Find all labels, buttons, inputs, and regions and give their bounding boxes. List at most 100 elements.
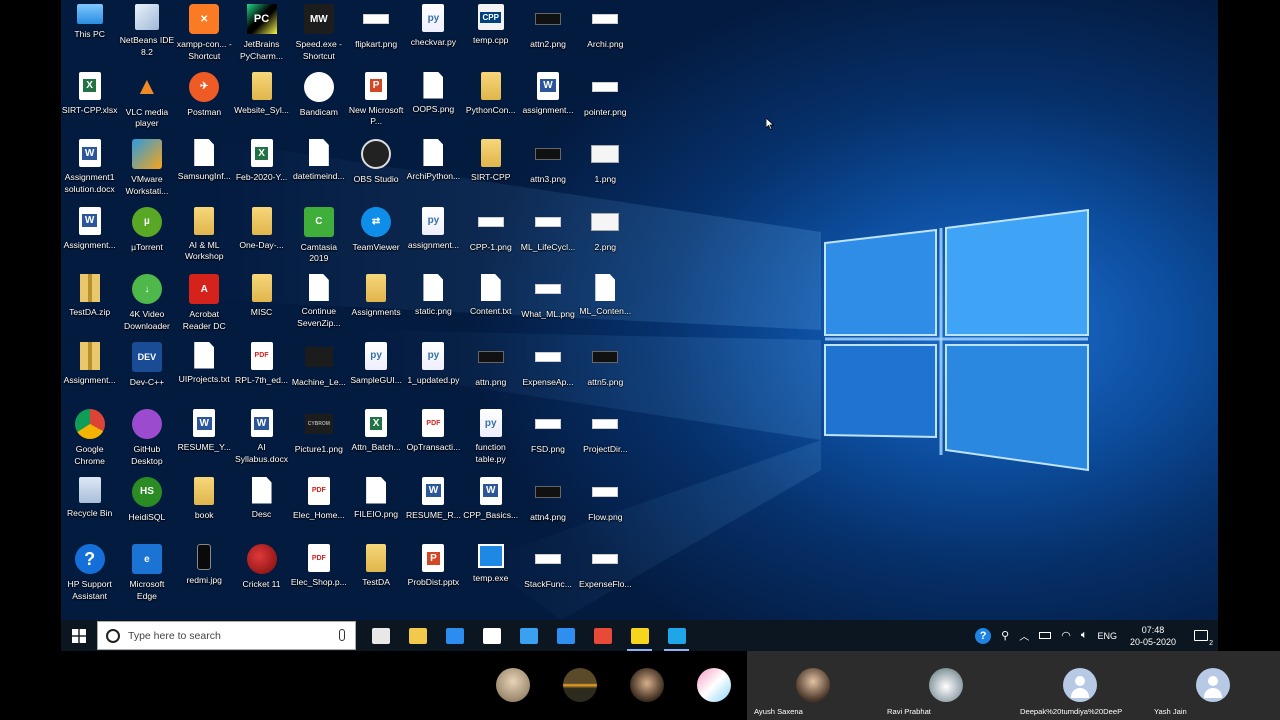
participant-tile[interactable]: Ayush Saxena: [747, 651, 880, 720]
taskbar-pinned-app[interactable]: [658, 620, 695, 651]
desktop-icon[interactable]: W AI Syllabus.docx: [233, 405, 290, 473]
desktop-icon[interactable]: Recycle Bin: [61, 473, 118, 541]
desktop-icon[interactable]: X SIRT-CPP.xlsx: [61, 68, 118, 136]
desktop-icon[interactable]: PC JetBrains PyCharm...: [233, 0, 290, 68]
desktop-icon[interactable]: Google Chrome: [61, 405, 118, 473]
desktop-icon[interactable]: Desc: [233, 473, 290, 541]
desktop-icon[interactable]: redmi.jpg: [176, 540, 233, 608]
desktop-icon[interactable]: P New Microsoft P...: [347, 68, 404, 136]
desktop-icon[interactable]: attn4.png: [519, 473, 576, 541]
participant-tile[interactable]: Ravi Prabhat: [880, 651, 1013, 720]
desktop-icon[interactable]: py checkvar.py: [405, 0, 462, 68]
desktop-icon[interactable]: ExpenseFlo...: [577, 540, 634, 608]
desktop-icon[interactable]: 2.png: [577, 203, 634, 271]
desktop-icon[interactable]: TestDA: [347, 540, 404, 608]
desktop-icon[interactable]: CPP-1.png: [462, 203, 519, 271]
taskbar-pinned-app[interactable]: [547, 620, 584, 651]
taskbar-search-box[interactable]: Type here to search: [97, 621, 356, 650]
desktop-icon[interactable]: W Assignment...: [61, 203, 118, 271]
desktop-icon[interactable]: HS HeidiSQL: [118, 473, 175, 541]
participant-video-thumbnail[interactable]: [563, 668, 597, 702]
desktop-icon[interactable]: X Feb-2020-Y...: [233, 135, 290, 203]
desktop-icon[interactable]: UIProjects.txt: [176, 338, 233, 406]
desktop-icon[interactable]: SamsungInf...: [176, 135, 233, 203]
desktop-icon[interactable]: py 1_updated.py: [405, 338, 462, 406]
desktop-icon[interactable]: ✕ xampp-con... - Shortcut: [176, 0, 233, 68]
desktop-icon[interactable]: µ µTorrent: [118, 203, 175, 271]
volume-icon[interactable]: 🔈︎: [1076, 620, 1093, 651]
desktop-icon[interactable]: attn3.png: [519, 135, 576, 203]
desktop-icon[interactable]: MISC: [233, 270, 290, 338]
desktop-icon[interactable]: What_ML.png: [519, 270, 576, 338]
desktop-icon[interactable]: W Assignment1 solution.docx: [61, 135, 118, 203]
desktop-icon[interactable]: attn.png: [462, 338, 519, 406]
desktop-icon[interactable]: A Acrobat Reader DC: [176, 270, 233, 338]
taskbar-pinned-app[interactable]: [584, 620, 621, 651]
wifi-icon[interactable]: ◠: [1056, 620, 1076, 651]
desktop-icon[interactable]: GitHub Desktop: [118, 405, 175, 473]
desktop-icon[interactable]: Assignments: [347, 270, 404, 338]
desktop-icon[interactable]: DEV Dev-C++: [118, 338, 175, 406]
desktop-icon[interactable]: MW Speed.exe - Shortcut: [290, 0, 347, 68]
desktop-icon[interactable]: attn2.png: [519, 0, 576, 68]
desktop-icon[interactable]: PDF RPL-7th_ed...: [233, 338, 290, 406]
desktop-icon[interactable]: ML_LifeCycl...: [519, 203, 576, 271]
clock[interactable]: 07:48 20-05-2020: [1122, 620, 1184, 651]
desktop-icon[interactable]: P ProbDist.pptx: [405, 540, 462, 608]
desktop-icon[interactable]: One-Day-...: [233, 203, 290, 271]
desktop-icon[interactable]: ArchiPython...: [405, 135, 462, 203]
desktop-icon[interactable]: 1.png: [577, 135, 634, 203]
desktop-icon[interactable]: ▲ VLC media player: [118, 68, 175, 136]
desktop-icon[interactable]: Cricket 11: [233, 540, 290, 608]
taskbar-pinned-app[interactable]: [436, 620, 473, 651]
desktop-icon[interactable]: Archi.png: [577, 0, 634, 68]
desktop-icon[interactable]: This PC: [61, 0, 118, 68]
desktop-icon[interactable]: static.png: [405, 270, 462, 338]
taskbar-pinned-app[interactable]: [510, 620, 547, 651]
participant-video-thumbnail[interactable]: [496, 668, 530, 702]
desktop-icon[interactable]: pointer.png: [577, 68, 634, 136]
desktop-icon[interactable]: OOPS.png: [405, 68, 462, 136]
language-indicator[interactable]: ENG: [1092, 620, 1122, 651]
people-icon[interactable]: ⚲: [996, 620, 1014, 651]
desktop-icon[interactable]: e Microsoft Edge: [118, 540, 175, 608]
action-center-button[interactable]: 2: [1184, 620, 1218, 651]
desktop-icon[interactable]: PDF Elec_Home...: [290, 473, 347, 541]
desktop-icon[interactable]: C Camtasia 2019: [290, 203, 347, 271]
show-hidden-icons-chevron-icon[interactable]: ︿: [1014, 620, 1034, 651]
desktop-icon[interactable]: datetimeind...: [290, 135, 347, 203]
desktop-icon[interactable]: W CPP_Basics...: [462, 473, 519, 541]
desktop-icon[interactable]: TestDA.zip: [61, 270, 118, 338]
desktop-icon[interactable]: X Attn_Batch...: [347, 405, 404, 473]
desktop-icon[interactable]: FILEIO.png: [347, 473, 404, 541]
desktop-icon[interactable]: Flow.png: [577, 473, 634, 541]
desktop-icon[interactable]: py assignment...: [405, 203, 462, 271]
desktop-icon[interactable]: ⇄ TeamViewer: [347, 203, 404, 271]
desktop-icon[interactable]: ProjectDir...: [577, 405, 634, 473]
taskbar-pinned-app[interactable]: [473, 620, 510, 651]
help-icon[interactable]: ?: [970, 620, 996, 651]
participant-video-thumbnail[interactable]: [697, 668, 731, 702]
desktop-icon[interactable]: flipkart.png: [347, 0, 404, 68]
microphone-icon[interactable]: [339, 629, 345, 641]
desktop-icon[interactable]: Machine_Le...: [290, 338, 347, 406]
taskbar-pinned-app[interactable]: [399, 620, 436, 651]
desktop-icon[interactable]: PDF OpTransacti...: [405, 405, 462, 473]
desktop-icon[interactable]: FSD.png: [519, 405, 576, 473]
desktop-icon[interactable]: OBS Studio: [347, 135, 404, 203]
desktop-icon[interactable]: Content.txt: [462, 270, 519, 338]
desktop-icon[interactable]: NetBeans IDE 8.2: [118, 0, 175, 68]
desktop-icon[interactable]: StackFunc...: [519, 540, 576, 608]
desktop-icon[interactable]: ● Bandicam: [290, 68, 347, 136]
desktop-icon[interactable]: ML_Conten...: [577, 270, 634, 338]
desktop-icon[interactable]: py function table.py: [462, 405, 519, 473]
desktop-icon[interactable]: CPP temp.cpp: [462, 0, 519, 68]
desktop-icon[interactable]: W RESUME_R...: [405, 473, 462, 541]
desktop-icon[interactable]: ↓ 4K Video Downloader: [118, 270, 175, 338]
desktop-icon[interactable]: PDF Elec_Shop.p...: [290, 540, 347, 608]
desktop-icon[interactable]: VMware Workstati...: [118, 135, 175, 203]
desktop-icon[interactable]: book: [176, 473, 233, 541]
desktop-icon[interactable]: Wassignment...: [519, 68, 576, 136]
desktop-icon[interactable]: W RESUME_Y...: [176, 405, 233, 473]
participant-tile[interactable]: Deepak%20tumdiya%20DeeP: [1013, 651, 1147, 720]
